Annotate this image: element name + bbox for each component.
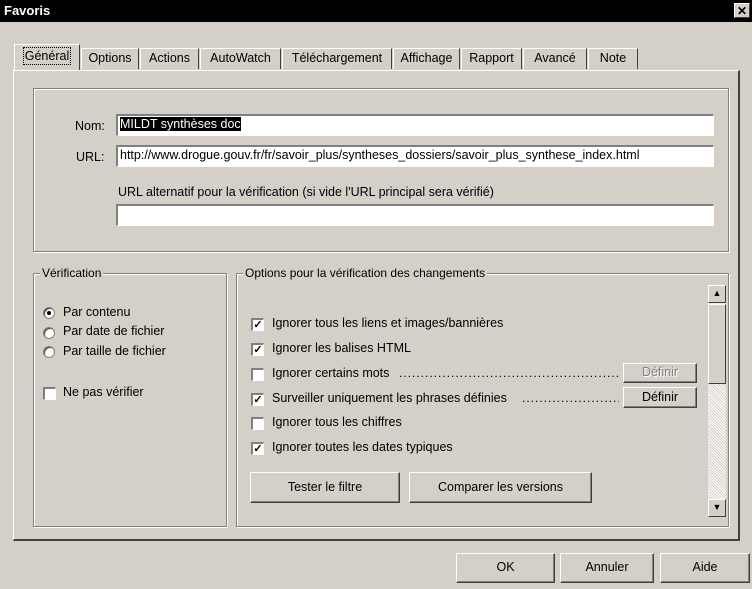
name-label: Nom: <box>75 119 105 133</box>
options-scrollbar[interactable]: ▲ ▼ <box>708 285 726 517</box>
checkbox-ignore-numbers[interactable] <box>251 417 264 430</box>
ignore-links-label: Ignorer tous les liens et images/bannièr… <box>272 316 504 330</box>
checkbox-ignore-dates[interactable]: ✓ <box>251 442 264 455</box>
tab-avance[interactable]: Avancé <box>523 48 587 69</box>
checkbox-ignore-html[interactable]: ✓ <box>251 343 264 356</box>
name-value: MILDT synthèses doc <box>120 117 241 131</box>
check-mark-icon: ✓ <box>253 443 263 455</box>
radio-par-taille[interactable] <box>43 346 55 358</box>
radio-selected-dot <box>47 311 51 315</box>
check-mark-icon: ✓ <box>253 394 263 406</box>
scroll-thumb[interactable] <box>708 304 726 384</box>
radio-par-contenu[interactable] <box>43 307 55 319</box>
scroll-up-icon[interactable]: ▲ <box>708 285 726 303</box>
define-phrases-button[interactable]: Définir <box>623 387 697 408</box>
watch-phrases-label: Surveiller uniquement les phrases défini… <box>272 391 507 405</box>
url-label: URL: <box>76 150 105 164</box>
tab-actions[interactable]: Actions <box>140 48 199 69</box>
tab-general[interactable]: Général <box>14 44 80 70</box>
general-tab-panel: Nom: MILDT synthèses doc URL: http://www… <box>13 70 740 541</box>
dotted-leader: ........................................… <box>399 366 619 380</box>
verification-title: Vérification <box>40 266 104 280</box>
url-field[interactable]: http://www.drogue.gouv.fr/fr/savoir_plus… <box>116 145 714 167</box>
checkbox-ne-pas-verifier-label: Ne pas vérifier <box>63 385 144 399</box>
radio-par-contenu-label: Par contenu <box>63 305 131 319</box>
help-button[interactable]: Aide <box>660 553 750 583</box>
tab-options[interactable]: Options <box>81 48 139 69</box>
checkbox-ignore-links[interactable]: ✓ <box>251 318 264 331</box>
radio-par-date[interactable] <box>43 327 55 339</box>
change-options-title: Options pour la vérification des changem… <box>243 266 488 280</box>
dotted-leader: .............................. <box>522 391 619 405</box>
tab-note[interactable]: Note <box>588 48 638 69</box>
define-words-button[interactable]: Définir <box>623 363 697 383</box>
check-mark-icon: ✓ <box>253 319 263 331</box>
ok-button[interactable]: OK <box>456 553 555 583</box>
tab-general-label: Général <box>22 47 72 65</box>
ignore-html-label: Ignorer les balises HTML <box>272 341 411 355</box>
alt-url-field[interactable] <box>116 204 714 226</box>
title-bar: Favoris ✕ <box>0 0 752 22</box>
tab-autowatch[interactable]: AutoWatch <box>200 48 281 69</box>
radio-par-taille-label: Par taille de fichier <box>63 344 166 358</box>
compare-versions-button[interactable]: Comparer les versions <box>409 472 592 503</box>
checkbox-ignore-words[interactable] <box>251 368 264 381</box>
tab-rapport[interactable]: Rapport <box>461 48 522 69</box>
identity-group <box>33 88 729 252</box>
ignore-words-label: Ignorer certains mots <box>272 366 390 380</box>
cancel-button[interactable]: Annuler <box>560 553 654 583</box>
name-field[interactable]: MILDT synthèses doc <box>116 114 714 136</box>
test-filter-button[interactable]: Tester le filtre <box>250 472 400 503</box>
tab-affichage[interactable]: Affichage <box>393 48 460 69</box>
checkbox-ne-pas-verifier[interactable] <box>43 387 56 400</box>
tab-telechargement[interactable]: Téléchargement <box>282 48 392 69</box>
ignore-numbers-label: Ignorer tous les chiffres <box>272 415 402 429</box>
radio-par-date-label: Par date de fichier <box>63 324 165 338</box>
scroll-down-icon[interactable]: ▼ <box>708 499 726 517</box>
ignore-dates-label: Ignorer toutes les dates typiques <box>272 440 453 454</box>
alt-url-label: URL alternatif pour la vérification (si … <box>118 185 494 199</box>
check-mark-icon: ✓ <box>253 344 263 356</box>
checkbox-watch-phrases[interactable]: ✓ <box>251 393 264 406</box>
window-title: Favoris <box>4 3 51 18</box>
close-icon[interactable]: ✕ <box>734 3 750 18</box>
